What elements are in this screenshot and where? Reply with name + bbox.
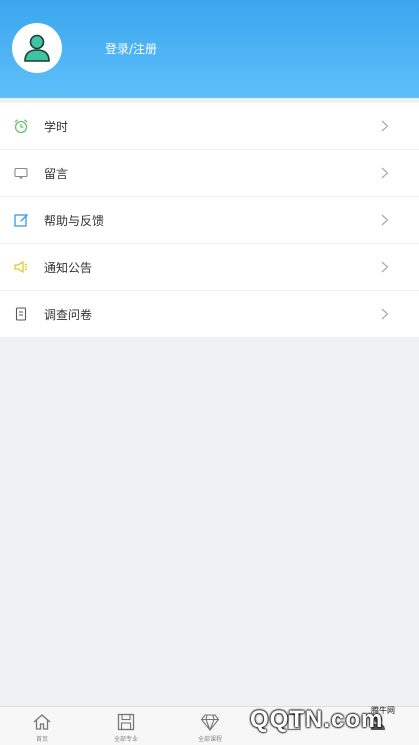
avatar[interactable] (12, 23, 62, 73)
tab-label: 首页 (35, 736, 48, 743)
chevron-right-icon (381, 167, 389, 179)
tab-all-courses[interactable]: 全部课程 (168, 707, 252, 745)
tab-home[interactable]: 首页 (0, 707, 84, 745)
floppy-icon (117, 713, 135, 731)
watermark: QQTN.com 腾牛网 (250, 700, 419, 744)
login-register-link[interactable]: 登录/注册 (105, 40, 157, 57)
menu-item-label: 调查问卷 (44, 307, 93, 322)
menu-item-notice[interactable]: 通知公告 (0, 244, 419, 291)
message-icon (14, 167, 28, 180)
menu-item-survey[interactable]: 调查问卷 (0, 291, 419, 337)
profile-header: 登录/注册 (0, 0, 419, 98)
menu-item-label: 帮助与反馈 (44, 213, 105, 228)
chevron-right-icon (381, 308, 389, 320)
alarm-clock-icon (14, 119, 28, 134)
document-icon (15, 307, 27, 321)
chevron-right-icon (381, 261, 389, 273)
menu-item-label: 通知公告 (44, 260, 93, 275)
tab-label: 全部专业 (113, 736, 138, 743)
menu-item-label: 学时 (44, 119, 69, 134)
menu-item-label: 留言 (44, 166, 69, 181)
watermark-text: QQTN.com (250, 706, 384, 733)
menu-item-message[interactable]: 留言 (0, 150, 419, 197)
menu-item-help-feedback[interactable]: 帮助与反馈 (0, 197, 419, 244)
home-icon (33, 714, 51, 730)
menu-item-study-hours[interactable]: 学时 (0, 103, 419, 150)
edit-icon (14, 214, 28, 227)
diamond-icon (200, 714, 220, 732)
chevron-right-icon (381, 120, 389, 132)
chevron-right-icon (381, 214, 389, 226)
tab-all-majors[interactable]: 全部专业 (84, 707, 168, 745)
tab-label: 全部课程 (197, 736, 222, 743)
user-avatar-icon (24, 34, 50, 62)
menu-list: 学时 留言 帮助与反馈 通知公告 调查问卷 (0, 103, 419, 337)
megaphone-icon (14, 260, 28, 274)
watermark-small-text: 腾牛网 (371, 706, 395, 715)
